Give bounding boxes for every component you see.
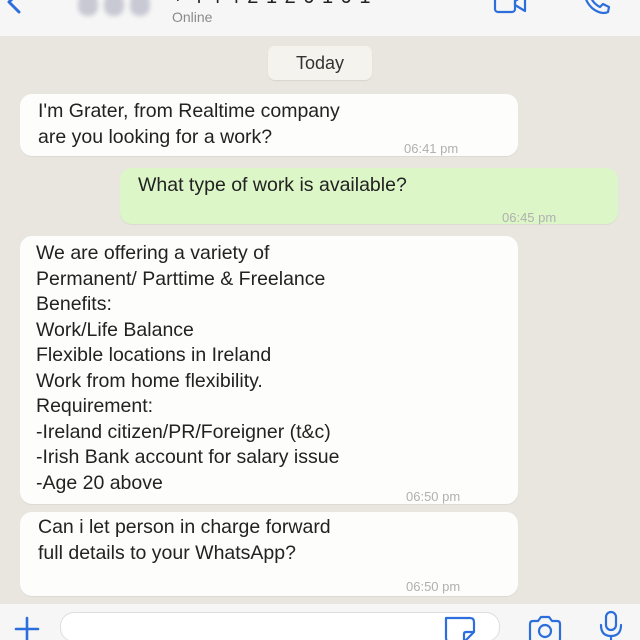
sticker-icon[interactable]: [440, 614, 480, 640]
message-line: Work from home flexibility.: [36, 369, 263, 392]
incoming-message[interactable]: Can i let person in charge forward full …: [20, 512, 518, 596]
message-time: 06:45 pm: [502, 210, 557, 225]
chat-header: + 4 4 4 2 1 2 0 1 0 1 Online: [0, 0, 640, 36]
composer-bar: [0, 604, 640, 640]
message-line: Work/Life Balance: [36, 318, 194, 341]
date-divider: Today: [268, 46, 372, 80]
contact-name[interactable]: + 4 4 4 2 1 2 0 1 0 1: [172, 0, 371, 9]
message-time: 06:50 pm: [406, 579, 461, 594]
message-line: What type of work is available?: [138, 174, 407, 196]
message-input[interactable]: [60, 612, 500, 640]
contact-status: Online: [172, 9, 213, 25]
message-line: I'm Grater, from Realtime company: [38, 100, 340, 122]
mic-icon[interactable]: [596, 610, 626, 640]
avatar[interactable]: [78, 0, 162, 18]
incoming-message[interactable]: We are offering a variety of Permanent/ …: [20, 236, 518, 504]
message-line: full details to your WhatsApp?: [38, 541, 296, 564]
camera-icon[interactable]: [526, 614, 564, 640]
message-line: Permanent/ Parttime & Freelance: [36, 267, 326, 290]
message-time: 06:41 pm: [404, 141, 459, 156]
plus-icon[interactable]: [10, 614, 44, 640]
message-line: Benefits:: [36, 293, 112, 315]
message-line: -Irish Bank account for salary issue: [36, 446, 340, 468]
message-line: Flexible locations in Ireland: [36, 344, 272, 366]
message-line: -Ireland citizen/PR/Foreigner (t&c): [36, 420, 331, 443]
back-arrow-icon[interactable]: [2, 0, 28, 16]
message-line: Can i let person in charge forward: [38, 516, 331, 538]
message-time: 06:50 pm: [406, 489, 461, 504]
message-line: We are offering a variety of: [36, 242, 270, 264]
message-line: Requirement:: [36, 395, 154, 417]
outgoing-message[interactable]: What type of work is available? 06:45 pm: [120, 168, 618, 225]
incoming-message[interactable]: I'm Grater, from Realtime company are yo…: [20, 94, 518, 156]
video-call-icon[interactable]: [492, 0, 528, 16]
phone-icon[interactable]: [580, 0, 614, 16]
